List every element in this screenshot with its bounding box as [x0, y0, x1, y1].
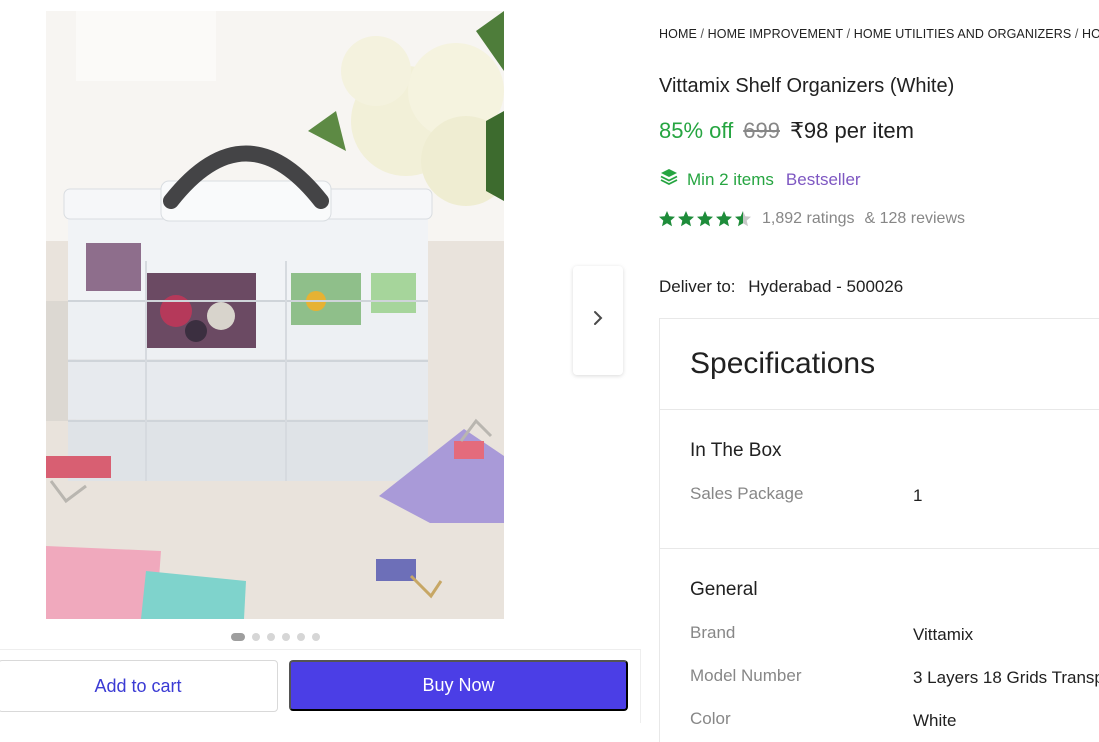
- rating-stars: [658, 210, 752, 228]
- spec-section-heading: In The Box: [690, 440, 782, 461]
- next-image-button[interactable]: [573, 266, 623, 375]
- spec-label: Brand: [690, 623, 736, 642]
- product-image[interactable]: [46, 11, 504, 619]
- add-to-cart-button[interactable]: Add to cart: [0, 660, 278, 712]
- carousel-dot[interactable]: [267, 633, 275, 641]
- discount-percent: 85% off: [659, 118, 734, 143]
- delivery-address: Hyderabad - 500026: [748, 277, 904, 296]
- reviews-count: & 128 reviews: [864, 210, 966, 227]
- rating-row[interactable]: 1,892 ratings & 128 reviews: [658, 210, 965, 228]
- spec-value: 1: [913, 486, 923, 505]
- divider: [660, 409, 1099, 410]
- carousel-dot[interactable]: [231, 633, 245, 641]
- breadcrumb-item[interactable]: HOME: [659, 27, 697, 41]
- product-title: Vittamix Shelf Organizers (White): [659, 75, 955, 97]
- min-items-label: Min 2 items: [687, 169, 774, 189]
- buy-now-button[interactable]: Buy Now: [289, 660, 628, 711]
- spec-value: Vittamix: [913, 625, 974, 644]
- bestseller-badge: Bestseller: [785, 169, 861, 189]
- spec-value: White: [913, 711, 957, 730]
- spec-label: Model Number: [690, 666, 802, 685]
- promo-row: Min 2 items Bestseller: [659, 167, 861, 192]
- image-carousel-dots: [231, 633, 320, 641]
- spec-value: 3 Layers 18 Grids Transp: [913, 668, 1099, 687]
- breadcrumb-item[interactable]: HOM: [1082, 27, 1099, 41]
- divider: [660, 548, 1099, 549]
- spec-section-heading: General: [690, 579, 758, 600]
- ratings-count: 1,892 ratings: [762, 210, 855, 227]
- deliver-label: Deliver to:: [659, 277, 736, 296]
- star-icons: [659, 211, 751, 227]
- delivery-location[interactable]: Deliver to: Hyderabad - 500026: [659, 277, 903, 297]
- organizer-box-photo: [46, 11, 504, 619]
- original-price: 699: [743, 118, 780, 143]
- layers-icon: [659, 167, 679, 192]
- price-row: 85% off 699 ₹98 per item: [659, 118, 914, 144]
- breadcrumb-item[interactable]: HOME UTILITIES AND ORGANIZERS: [854, 27, 1072, 41]
- breadcrumb-item[interactable]: HOME IMPROVEMENT: [708, 27, 843, 41]
- selling-price: ₹98 per item: [789, 118, 914, 143]
- carousel-dot[interactable]: [312, 633, 320, 641]
- spec-label: Sales Package: [690, 484, 804, 503]
- carousel-dot[interactable]: [282, 633, 290, 641]
- carousel-dot[interactable]: [252, 633, 260, 641]
- specifications-title: Specifications: [690, 347, 876, 380]
- spec-label: Color: [690, 709, 731, 728]
- breadcrumb: HOME / HOME IMPROVEMENT / HOME UTILITIES…: [659, 27, 1099, 41]
- chevron-right-icon: [591, 310, 605, 331]
- carousel-dot[interactable]: [297, 633, 305, 641]
